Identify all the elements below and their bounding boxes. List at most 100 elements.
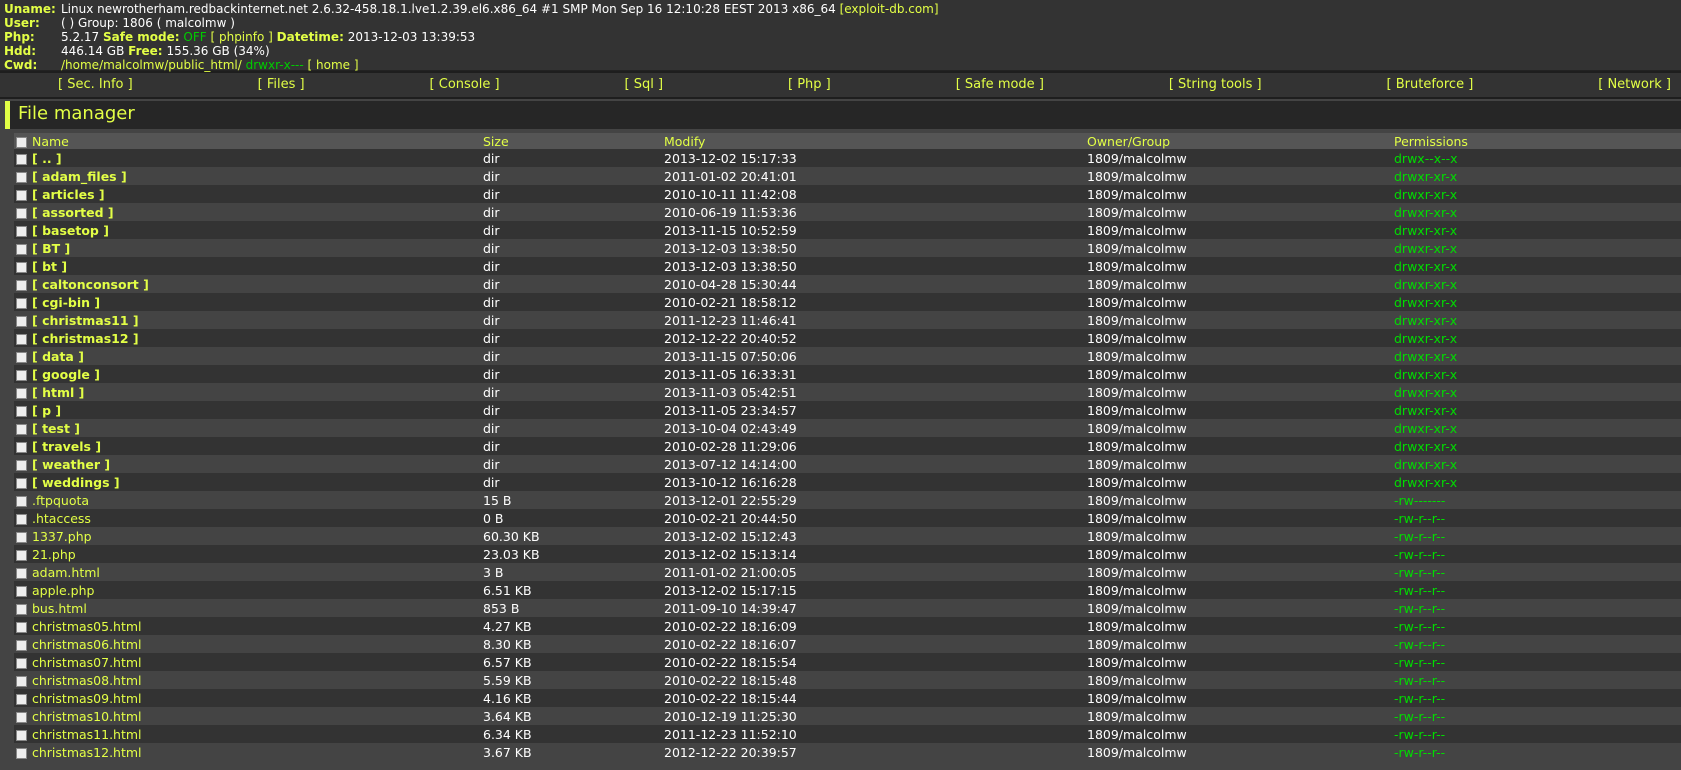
column-owner[interactable]: Owner/Group — [1087, 133, 1394, 149]
row-checkbox[interactable] — [16, 207, 27, 219]
permissions-link[interactable]: -rw-r--r-- — [1394, 637, 1445, 652]
permissions-link[interactable]: -rw-r--r-- — [1394, 529, 1445, 544]
select-all-checkbox[interactable] — [16, 136, 27, 148]
row-checkbox[interactable] — [16, 729, 27, 741]
folder-link[interactable]: [ .. ] — [32, 151, 62, 166]
column-size[interactable]: Size — [483, 133, 664, 149]
row-checkbox[interactable] — [16, 423, 27, 435]
column-permissions[interactable]: Permissions — [1394, 133, 1681, 149]
menu-sec-info[interactable]: [ Sec. Info ] — [58, 73, 133, 97]
row-checkbox[interactable] — [16, 153, 27, 165]
menu-network[interactable]: [ Network ] — [1598, 73, 1671, 97]
permissions-link[interactable]: drwxr-xr-x — [1394, 385, 1457, 400]
row-checkbox[interactable] — [16, 261, 27, 273]
row-checkbox[interactable] — [16, 405, 27, 417]
row-checkbox[interactable] — [16, 711, 27, 723]
folder-link[interactable]: [ articles ] — [32, 187, 105, 202]
row-checkbox[interactable] — [16, 621, 27, 633]
permissions-link[interactable]: drwxr-xr-x — [1394, 349, 1457, 364]
column-modify[interactable]: Modify — [664, 133, 1087, 149]
permissions-link[interactable]: -rw-r--r-- — [1394, 601, 1445, 616]
row-checkbox[interactable] — [16, 477, 27, 489]
permissions-link[interactable]: drwx--x--x — [1394, 151, 1458, 166]
permissions-link[interactable]: drwxr-xr-x — [1394, 331, 1457, 346]
folder-link[interactable]: [ p ] — [32, 403, 61, 418]
row-checkbox[interactable] — [16, 603, 27, 615]
menu-safe-mode[interactable]: [ Safe mode ] — [956, 73, 1044, 97]
folder-link[interactable]: [ weather ] — [32, 457, 110, 472]
row-checkbox[interactable] — [16, 171, 27, 183]
file-link[interactable]: christmas12.html — [32, 745, 142, 760]
permissions-link[interactable]: -rw------- — [1394, 493, 1445, 508]
permissions-link[interactable]: -rw-r--r-- — [1394, 745, 1445, 760]
folder-link[interactable]: [ travels ] — [32, 439, 101, 454]
permissions-link[interactable]: drwxr-xr-x — [1394, 187, 1457, 202]
row-checkbox[interactable] — [16, 495, 27, 507]
row-checkbox[interactable] — [16, 315, 27, 327]
row-checkbox[interactable] — [16, 657, 27, 669]
permissions-link[interactable]: drwxr-xr-x — [1394, 421, 1457, 436]
folder-link[interactable]: [ test ] — [32, 421, 80, 436]
row-checkbox[interactable] — [16, 225, 27, 237]
permissions-link[interactable]: drwxr-xr-x — [1394, 205, 1457, 220]
file-link[interactable]: christmas09.html — [32, 691, 142, 706]
row-checkbox[interactable] — [16, 189, 27, 201]
permissions-link[interactable]: drwxr-xr-x — [1394, 457, 1457, 472]
folder-link[interactable]: [ adam_files ] — [32, 169, 127, 184]
permissions-link[interactable]: drwxr-xr-x — [1394, 403, 1457, 418]
folder-link[interactable]: [ weddings ] — [32, 475, 120, 490]
permissions-link[interactable]: -rw-r--r-- — [1394, 709, 1445, 724]
file-link[interactable]: bus.html — [32, 601, 87, 616]
column-name[interactable]: Name — [32, 133, 483, 149]
permissions-link[interactable]: drwxr-xr-x — [1394, 313, 1457, 328]
menu-files[interactable]: [ Files ] — [258, 73, 305, 97]
permissions-link[interactable]: drwxr-xr-x — [1394, 439, 1457, 454]
row-checkbox[interactable] — [16, 567, 27, 579]
folder-link[interactable]: [ html ] — [32, 385, 84, 400]
folder-link[interactable]: [ data ] — [32, 349, 84, 364]
permissions-link[interactable]: drwxr-xr-x — [1394, 367, 1457, 382]
file-link[interactable]: apple.php — [32, 583, 94, 598]
permissions-link[interactable]: -rw-r--r-- — [1394, 619, 1445, 634]
row-checkbox[interactable] — [16, 459, 27, 471]
home-link[interactable]: [ home ] — [308, 58, 359, 72]
file-link[interactable]: christmas08.html — [32, 673, 142, 688]
file-link[interactable]: christmas05.html — [32, 619, 142, 634]
file-link[interactable]: christmas06.html — [32, 637, 142, 652]
permissions-link[interactable]: -rw-r--r-- — [1394, 673, 1445, 688]
permissions-link[interactable]: -rw-r--r-- — [1394, 655, 1445, 670]
folder-link[interactable]: [ christmas12 ] — [32, 331, 139, 346]
folder-link[interactable]: [ bt ] — [32, 259, 67, 274]
permissions-link[interactable]: -rw-r--r-- — [1394, 547, 1445, 562]
permissions-link[interactable]: -rw-r--r-- — [1394, 583, 1445, 598]
folder-link[interactable]: [ cgi-bin ] — [32, 295, 100, 310]
file-link[interactable]: .htaccess — [32, 511, 91, 526]
file-link[interactable]: adam.html — [32, 565, 100, 580]
row-checkbox[interactable] — [16, 747, 27, 759]
row-checkbox[interactable] — [16, 279, 27, 291]
permissions-link[interactable]: drwxr-xr-x — [1394, 241, 1457, 256]
row-checkbox[interactable] — [16, 351, 27, 363]
row-checkbox[interactable] — [16, 441, 27, 453]
permissions-link[interactable]: -rw-r--r-- — [1394, 565, 1445, 580]
permissions-link[interactable]: drwxr-xr-x — [1394, 259, 1457, 274]
permissions-link[interactable]: drwxr-xr-x — [1394, 475, 1457, 490]
folder-link[interactable]: [ google ] — [32, 367, 100, 382]
folder-link[interactable]: [ BT ] — [32, 241, 70, 256]
menu-sql[interactable]: [ Sql ] — [625, 73, 664, 97]
cwd-path-link[interactable]: /home/malcolmw/public_html/ — [61, 58, 242, 72]
menu-php[interactable]: [ Php ] — [788, 73, 831, 97]
menu-string-tools[interactable]: [ String tools ] — [1169, 73, 1262, 97]
file-link[interactable]: christmas10.html — [32, 709, 142, 724]
row-checkbox[interactable] — [16, 531, 27, 543]
row-checkbox[interactable] — [16, 549, 27, 561]
folder-link[interactable]: [ basetop ] — [32, 223, 109, 238]
folder-link[interactable]: [ christmas11 ] — [32, 313, 139, 328]
permissions-link[interactable]: drwxr-xr-x — [1394, 169, 1457, 184]
permissions-link[interactable]: drwxr-xr-x — [1394, 277, 1457, 292]
row-checkbox[interactable] — [16, 369, 27, 381]
phpinfo-link[interactable]: [ phpinfo ] — [210, 30, 272, 44]
row-checkbox[interactable] — [16, 333, 27, 345]
file-link[interactable]: 1337.php — [32, 529, 92, 544]
row-checkbox[interactable] — [16, 243, 27, 255]
